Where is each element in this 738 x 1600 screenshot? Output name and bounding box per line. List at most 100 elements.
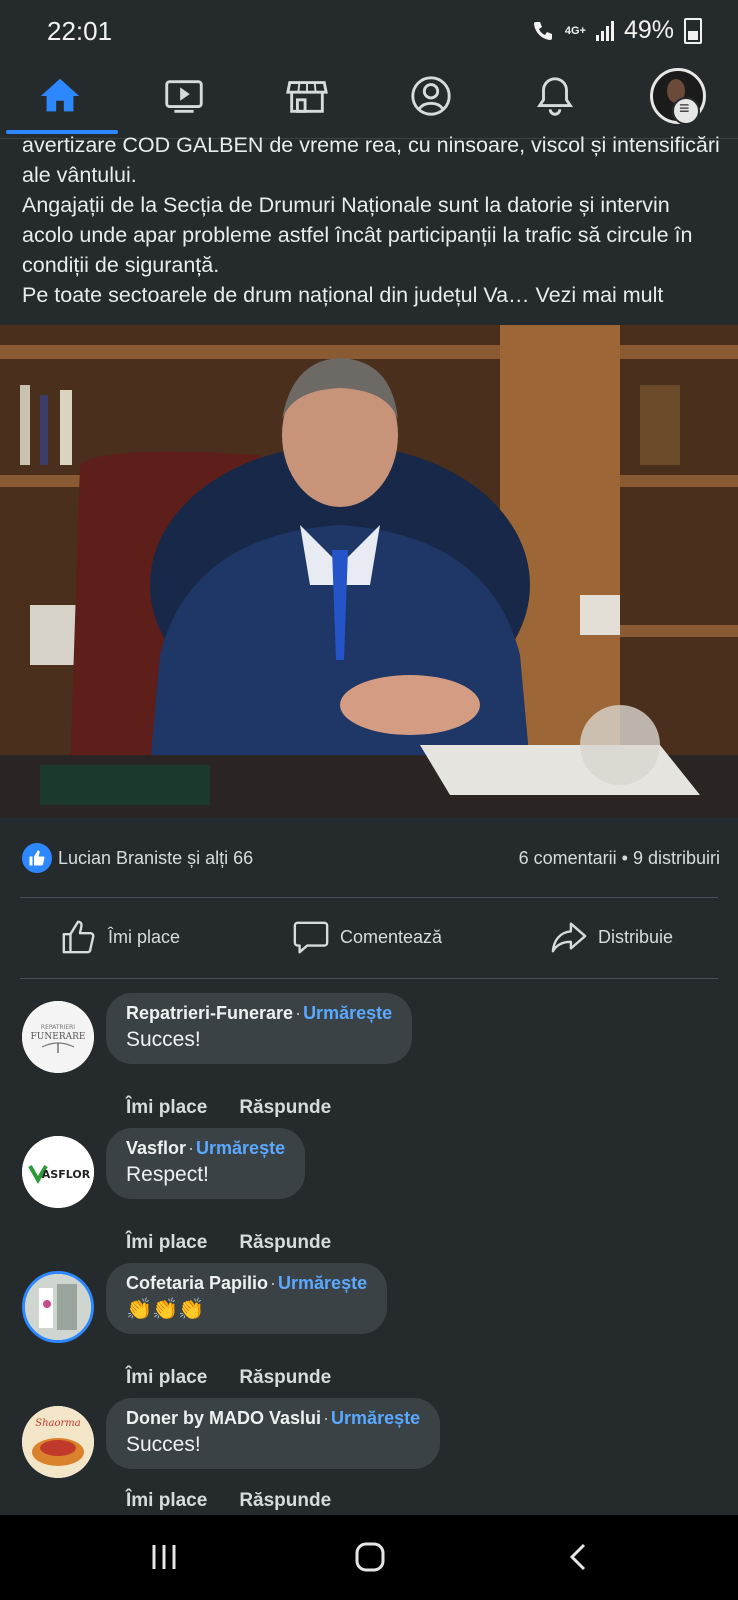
- vasflor-logo-icon: ASFLOR: [22, 1136, 94, 1208]
- comment-bubble: Repatrieri-Funerare · Urmărește Succes!: [106, 993, 413, 1064]
- thumbs-up-icon: [62, 920, 95, 954]
- comment-button[interactable]: Comentează: [292, 918, 442, 956]
- commenter-name[interactable]: Cofetaria Papilio: [126, 1273, 268, 1293]
- see-more-link[interactable]: Vezi mai mult: [536, 283, 664, 307]
- commenter-avatar[interactable]: Shaorma: [22, 1406, 94, 1478]
- home-button[interactable]: [340, 1535, 400, 1579]
- comment-text: Respect!: [126, 1163, 209, 1186]
- funerare-logo-icon: REPATRIERI FUNERARE: [22, 1001, 94, 1073]
- follow-link[interactable]: Urmărește: [303, 1003, 392, 1023]
- status-icons: 4G+ 49%: [531, 16, 702, 45]
- doner-logo-icon: Shaorma: [22, 1406, 94, 1478]
- comment-reply-button[interactable]: Răspunde: [239, 1367, 331, 1388]
- comments-count[interactable]: 6 comentarii: [519, 848, 617, 868]
- svg-text:ASFLOR: ASFLOR: [42, 1168, 91, 1181]
- profile-icon: [411, 76, 451, 116]
- notifications-tab[interactable]: [525, 66, 585, 126]
- office-portrait-image: [0, 325, 738, 817]
- app-nav-bar: [0, 62, 738, 139]
- home-icon: [40, 78, 80, 112]
- comment-bubble: Vasflor · Urmărește Respect!: [106, 1128, 306, 1199]
- video-icon: [165, 80, 203, 113]
- reactions-summary[interactable]: Lucian Braniste și alți 66 6 comentarii …: [20, 843, 720, 877]
- divider: [20, 978, 718, 979]
- svg-text:REPATRIERI: REPATRIERI: [41, 1024, 75, 1031]
- home-square-icon: [355, 1542, 385, 1572]
- comment-actions: Îmi place Răspunde: [126, 1367, 363, 1389]
- comment-item: Shaorma Doner by MADO Vaslui · Urmărește S…: [0, 1398, 738, 1533]
- share-label: Distribuie: [598, 926, 674, 947]
- post-line-truncated: Pe toate sectoarele de drum național din…: [22, 280, 722, 310]
- commenter-avatar[interactable]: ASFLOR: [22, 1136, 94, 1208]
- comment-like-button[interactable]: Îmi place: [126, 1367, 207, 1388]
- comment-reply-button[interactable]: Răspunde: [239, 1490, 331, 1511]
- comment-label: Comentează: [340, 926, 443, 947]
- cake-shop-logo-icon: [25, 1274, 91, 1340]
- like-reaction-icon: [22, 843, 52, 873]
- back-button[interactable]: [548, 1535, 608, 1579]
- engagement-counts: 6 comentarii • 9 distribuiri: [519, 848, 720, 869]
- post-text: avertizare COD GALBEN de vreme rea, cu n…: [22, 130, 722, 310]
- comment-text: Succes!: [126, 1028, 201, 1051]
- follow-link[interactable]: Urmărește: [278, 1273, 367, 1293]
- comment-actions: Îmi place Răspunde: [126, 1232, 363, 1254]
- reactors-names: Lucian Braniste și alți 66: [58, 848, 254, 868]
- comment-item: REPATRIERI FUNERARE Repatrieri-Funerare ·…: [0, 993, 738, 1128]
- comment-reply-button[interactable]: Răspunde: [239, 1097, 331, 1118]
- follow-link[interactable]: Urmărește: [196, 1138, 285, 1158]
- bell-icon: [536, 77, 574, 116]
- wifi-call-icon: [533, 21, 552, 40]
- commenter-name[interactable]: Repatrieri-Funerare: [126, 1003, 293, 1023]
- like-button[interactable]: Îmi place: [60, 918, 180, 956]
- svg-text:Shaorma: Shaorma: [35, 1418, 81, 1429]
- comment-text: Succes!: [126, 1433, 201, 1456]
- marketplace-icon: [286, 81, 328, 113]
- profile-tab[interactable]: [401, 66, 461, 126]
- marketplace-tab[interactable]: [277, 66, 337, 126]
- svg-text:FUNERARE: FUNERARE: [31, 1032, 86, 1042]
- commenter-avatar[interactable]: REPATRIERI FUNERARE: [22, 1001, 94, 1073]
- comment-item: Cofetaria Papilio · Urmărește 👏👏👏 Îmi plac…: [0, 1263, 738, 1398]
- comment-like-button[interactable]: Îmi place: [126, 1097, 207, 1118]
- divider: [20, 897, 718, 898]
- commenter-name[interactable]: Vasflor: [126, 1138, 186, 1158]
- signal-icon: [595, 20, 614, 41]
- comment-like-button[interactable]: Îmi place: [126, 1490, 207, 1511]
- separator-dot: ·: [323, 1408, 330, 1428]
- separator-dot: ·: [188, 1138, 195, 1158]
- recent-apps-icon: [152, 1545, 176, 1569]
- status-bar: 22:01 4G+ 49%: [0, 0, 738, 62]
- like-label: Îmi place: [108, 926, 181, 947]
- status-time: 22:01: [47, 16, 113, 46]
- comment-like-button[interactable]: Îmi place: [126, 1232, 207, 1253]
- separator-dot: •: [621, 848, 628, 868]
- separator-dot: ·: [295, 1003, 302, 1023]
- recent-apps-button[interactable]: [134, 1535, 194, 1579]
- comment-bubble: Doner by MADO Vaslui · Urmărește Succes!: [106, 1398, 441, 1469]
- post-line: Pe toate sectoarele de drum național din…: [22, 283, 530, 307]
- video-tab[interactable]: [154, 66, 214, 126]
- battery-percent: 49%: [623, 16, 674, 44]
- comment-item: ASFLOR Vasflor · Urmărește Respect! Îmi pl…: [0, 1128, 738, 1263]
- follow-link[interactable]: Urmărește: [331, 1408, 420, 1428]
- battery-icon: [684, 17, 702, 44]
- system-nav-bar: [0, 1515, 738, 1600]
- network-type: 4G+: [564, 24, 586, 37]
- share-button[interactable]: Distribuie: [550, 918, 673, 956]
- share-icon: [551, 922, 587, 953]
- comment-reply-button[interactable]: Răspunde: [239, 1232, 331, 1253]
- comment-text: 👏👏👏: [126, 1298, 205, 1321]
- back-chevron-icon: [569, 1543, 586, 1571]
- home-tab[interactable]: [30, 66, 90, 126]
- post-line: Angajații de la Secția de Drumuri Națion…: [22, 193, 693, 277]
- post-actions: Îmi place Comentează Distribuie: [0, 912, 738, 970]
- shares-count[interactable]: 9 distribuiri: [633, 848, 720, 868]
- post-line: avertizare COD GALBEN de vreme rea, cu n…: [22, 133, 720, 187]
- separator-dot: ·: [270, 1273, 277, 1293]
- comment-actions: Îmi place Răspunde: [126, 1097, 363, 1119]
- commenter-avatar[interactable]: [22, 1271, 94, 1343]
- comment-actions: Îmi place Răspunde: [126, 1490, 363, 1512]
- comment-bubble: Cofetaria Papilio · Urmărește 👏👏👏: [106, 1263, 388, 1334]
- post-photo[interactable]: [0, 325, 738, 817]
- commenter-name[interactable]: Doner by MADO Vaslui: [126, 1408, 321, 1428]
